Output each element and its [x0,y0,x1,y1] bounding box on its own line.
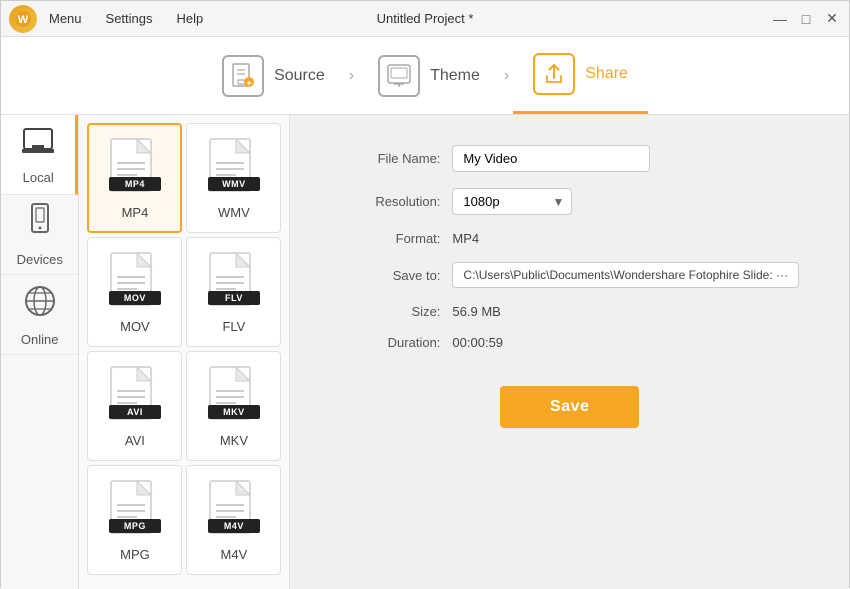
step-share[interactable]: Share [513,37,648,114]
save-button[interactable]: Save [500,386,639,428]
source-label: Source [274,67,325,85]
sidebar-item-local[interactable]: Local [1,115,78,195]
format-badge-mpg: MPG [109,519,161,533]
close-button[interactable]: ✕ [823,10,841,28]
share-icon [533,53,575,95]
local-icon [20,125,56,164]
resolution-select[interactable]: 720p1080p480p360p [452,188,572,215]
format-item-mov[interactable]: MOV MOV [87,237,182,347]
step-bar: + Source › Theme › Share [1,37,849,115]
file-icon-mkv: MKV [208,365,260,427]
titlebar: W Menu Settings Help Untitled Project * … [1,1,849,37]
format-badge-mov: MOV [109,291,161,305]
file-icon-mov: MOV [109,251,161,313]
save-btn-row: Save [340,386,799,428]
svg-text:W: W [18,14,29,26]
format-label-m4v: M4V [221,547,248,562]
duration-value: 00:00:59 [452,335,503,350]
file-icon-mpg: MPG [109,479,161,541]
resolution-row: Resolution: 720p1080p480p360p ▼ [340,188,799,215]
size-value: 56.9 MB [452,304,500,319]
format-badge-mkv: MKV [208,405,260,419]
step-theme[interactable]: Theme [358,37,500,114]
menu-bar: Menu Settings Help [45,9,207,28]
resolution-label: Resolution: [340,194,440,209]
format-panel: MP4 MP4 WMV WMV MOV MOV [79,115,290,589]
file-icon-avi: AVI [109,365,161,427]
format-item-mkv[interactable]: MKV MKV [186,351,281,461]
format-badge-avi: AVI [109,405,161,419]
file-icon-wmv: WMV [208,137,260,199]
minimize-button[interactable]: — [771,10,789,28]
menu-item-help[interactable]: Help [173,9,208,28]
menu-item-menu[interactable]: Menu [45,9,86,28]
format-label-mp4: MP4 [122,205,149,220]
source-icon: + [222,55,264,97]
save-to-path[interactable]: C:\Users\Public\Documents\Wondershare Fo… [452,262,799,288]
format-value: MP4 [452,231,479,246]
format-badge-wmv: WMV [208,177,260,191]
sidebar-item-devices[interactable]: Devices [1,195,78,275]
sidebar-item-online[interactable]: Online [1,275,78,355]
file-name-row: File Name: [340,145,799,172]
size-label: Size: [340,304,440,319]
resolution-select-wrap: 720p1080p480p360p ▼ [452,188,572,215]
file-name-input[interactable] [452,145,650,172]
step-source[interactable]: + Source [202,37,345,114]
format-label-mpg: MPG [120,547,150,562]
file-icon-flv: FLV [208,251,260,313]
share-label: Share [585,65,628,83]
format-row: Format: MP4 [340,231,799,246]
window-title: Untitled Project * [377,11,474,26]
format-badge-mp4: MP4 [109,177,161,191]
format-label-mov: MOV [120,319,150,334]
format-label-flv: FLV [222,319,245,334]
online-icon [22,283,58,326]
arrow-1: › [349,67,354,85]
maximize-button[interactable]: □ [797,10,815,28]
format-badge-m4v: M4V [208,519,260,533]
duration-label: Duration: [340,335,440,350]
save-to-label: Save to: [340,268,440,283]
theme-label: Theme [430,67,480,85]
devices-icon [26,203,54,246]
format-label: Format: [340,231,440,246]
online-label: Online [21,332,59,347]
format-item-wmv[interactable]: WMV WMV [186,123,281,233]
app-logo: W [9,5,37,33]
settings-panel: File Name: Resolution: 720p1080p480p360p… [290,115,849,589]
save-to-row: Save to: C:\Users\Public\Documents\Wonde… [340,262,799,288]
file-name-label: File Name: [340,151,440,166]
theme-icon [378,55,420,97]
file-icon-m4v: M4V [208,479,260,541]
file-icon-mp4: MP4 [109,137,161,199]
window-controls: — □ ✕ [771,10,841,28]
menu-item-settings[interactable]: Settings [102,9,157,28]
format-badge-flv: FLV [208,291,260,305]
main-area: Local Devices On [1,115,849,589]
format-item-mp4[interactable]: MP4 MP4 [87,123,182,233]
format-item-m4v[interactable]: M4V M4V [186,465,281,575]
format-label-avi: AVI [125,433,145,448]
arrow-2: › [504,67,509,85]
format-item-avi[interactable]: AVI AVI [87,351,182,461]
format-item-flv[interactable]: FLV FLV [186,237,281,347]
duration-row: Duration: 00:00:59 [340,335,799,350]
format-label-wmv: WMV [218,205,250,220]
devices-label: Devices [17,252,63,267]
svg-text:+: + [246,78,251,88]
size-row: Size: 56.9 MB [340,304,799,319]
local-label: Local [23,170,54,185]
format-label-mkv: MKV [220,433,248,448]
sidebar: Local Devices On [1,115,79,589]
format-item-mpg[interactable]: MPG MPG [87,465,182,575]
